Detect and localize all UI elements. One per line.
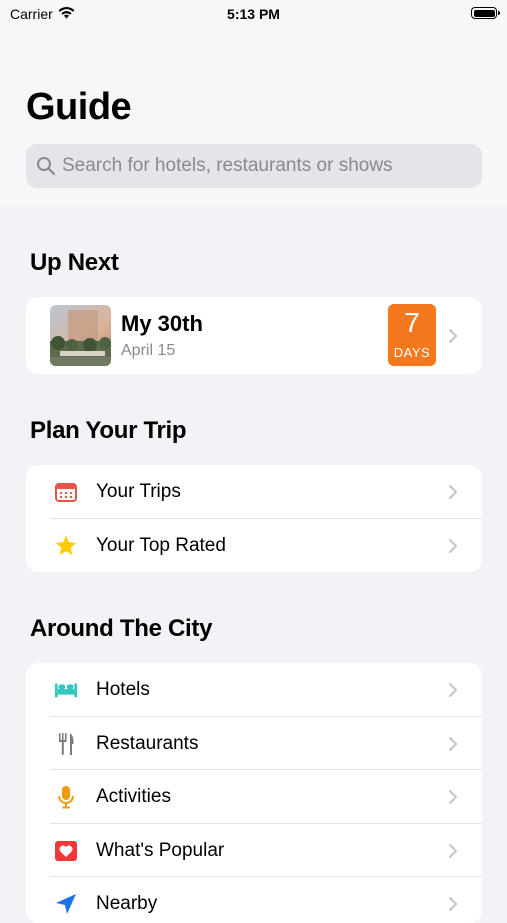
trip-date: April 15 (121, 342, 176, 359)
list-item-label: Your Trips (96, 481, 181, 502)
plan-trip-list: Your Trips Your Top Rated (26, 465, 482, 572)
list-item-label: Nearby (96, 893, 158, 915)
chevron-right-icon (449, 329, 457, 343)
section-title-up-next: Up Next (30, 249, 119, 276)
battery-icon (471, 7, 500, 19)
list-item-activities[interactable]: Activities (26, 770, 482, 824)
chevron-right-icon (449, 736, 457, 751)
microphone-icon (54, 785, 78, 809)
chevron-right-icon (449, 790, 457, 805)
search-input[interactable]: Search for hotels, restaurants or shows (62, 155, 393, 177)
around-city-list: Hotels Restaurants Activities What's Pop… (26, 663, 482, 923)
list-item-hotels[interactable]: Hotels (26, 663, 482, 717)
clock: 5:13 PM (227, 6, 280, 22)
search-bar[interactable]: Search for hotels, restaurants or shows (26, 144, 482, 188)
chevron-right-icon (449, 897, 457, 912)
up-next-card[interactable]: My 30th April 15 7 DAYS (26, 297, 482, 374)
chevron-right-icon (449, 683, 457, 697)
section-title-plan-your-trip: Plan Your Trip (30, 417, 187, 444)
list-item-label: Restaurants (96, 732, 199, 754)
chevron-right-icon (449, 538, 457, 553)
calendar-icon (54, 480, 78, 504)
list-item-restaurants[interactable]: Restaurants (26, 717, 482, 771)
section-title-around-the-city: Around The City (30, 615, 213, 642)
star-icon (54, 534, 78, 558)
list-item-nearby[interactable]: Nearby (26, 877, 482, 923)
status-bar: Carrier 5:13 PM (0, 0, 507, 30)
list-item-label: Activities (96, 786, 171, 808)
trip-thumbnail (50, 305, 111, 366)
days-remaining-badge: 7 DAYS (388, 304, 436, 366)
chevron-right-icon (449, 485, 457, 499)
list-item-label: Your Top Rated (96, 534, 226, 556)
days-count: 7 (404, 307, 420, 338)
bed-icon (54, 678, 78, 702)
list-item-whats-popular[interactable]: What's Popular (26, 824, 482, 878)
list-item-label: Hotels (96, 679, 150, 700)
search-icon (36, 156, 56, 176)
trip-title: My 30th (121, 311, 203, 336)
page-title: Guide (26, 86, 132, 128)
days-label: DAYS (393, 345, 431, 360)
chevron-right-icon (449, 843, 457, 858)
list-item-label: What's Popular (96, 839, 225, 861)
fork-knife-icon (54, 732, 78, 756)
list-item-your-top-rated[interactable]: Your Top Rated (26, 519, 482, 572)
heart-icon (54, 839, 78, 863)
location-arrow-icon (54, 892, 78, 916)
list-item-your-trips[interactable]: Your Trips (26, 465, 482, 519)
